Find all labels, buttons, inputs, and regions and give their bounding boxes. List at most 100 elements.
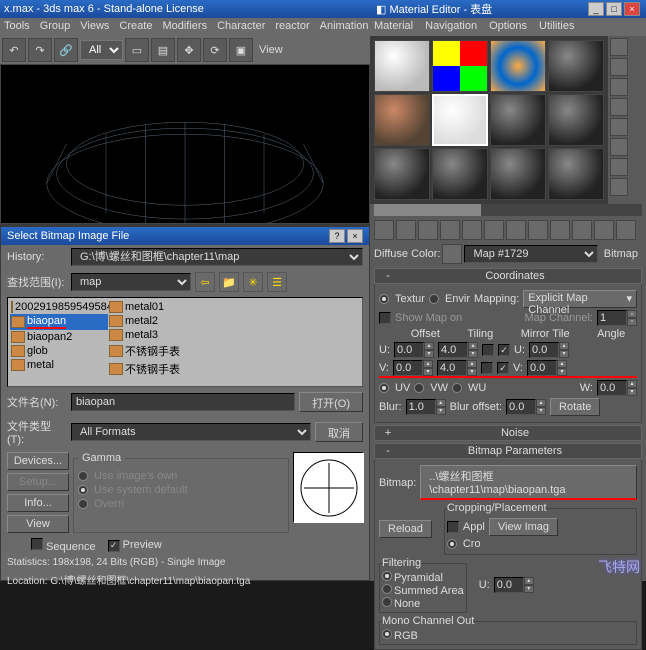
bitmap-params-header[interactable]: -Bitmap Parameters — [374, 443, 642, 459]
bitmap-path-button[interactable]: ..\螺丝和图框\chapter11\map\biaopan.tga — [420, 465, 637, 500]
open-button[interactable]: 打开(O) — [299, 392, 363, 412]
file-item[interactable]: 不锈钢手表 — [108, 360, 206, 378]
v-mirror-check[interactable] — [481, 362, 493, 374]
effects-channel-button[interactable] — [528, 220, 548, 240]
menu-material[interactable]: Material — [374, 20, 413, 34]
showmap-check[interactable] — [379, 312, 391, 324]
crop-u-spinner[interactable]: ▴▾ — [494, 577, 534, 593]
make-preview-button[interactable] — [610, 138, 628, 156]
rotate-button[interactable]: Rotate — [550, 398, 600, 416]
menu-options[interactable]: Options — [489, 20, 527, 34]
undo-button[interactable]: ↶ — [2, 38, 26, 62]
v-tiling-spinner[interactable]: ▴▾ — [437, 360, 477, 376]
select-name-button[interactable]: ▤ — [151, 38, 175, 62]
file-item[interactable]: biaopan2 — [10, 330, 108, 344]
sequence-check[interactable]: Sequence — [31, 538, 96, 553]
sample-slot-12[interactable] — [548, 148, 604, 200]
wu-radio[interactable] — [452, 383, 462, 393]
file-item[interactable]: metal01 — [108, 300, 206, 314]
go-parent-button[interactable] — [594, 220, 614, 240]
redo-button[interactable]: ↷ — [28, 38, 52, 62]
filename-input[interactable] — [71, 393, 295, 411]
up-button[interactable]: 📁 — [219, 272, 239, 292]
menu-character[interactable]: Character — [217, 20, 265, 34]
none-radio[interactable] — [382, 597, 392, 607]
sample-slot-7[interactable] — [490, 94, 546, 146]
newfolder-button[interactable]: ✳ — [243, 272, 263, 292]
texture-radio[interactable] — [379, 294, 389, 304]
make-copy-button[interactable] — [462, 220, 482, 240]
vw-radio[interactable] — [414, 383, 424, 393]
info-button[interactable]: Info... — [7, 494, 69, 512]
menu-tools[interactable]: Tools — [4, 20, 30, 34]
devices-button[interactable]: Devices... — [7, 452, 69, 470]
assign-button[interactable] — [418, 220, 438, 240]
menu-views[interactable]: Views — [80, 20, 109, 34]
video-check-button[interactable] — [610, 118, 628, 136]
menu-navigation[interactable]: Navigation — [425, 20, 477, 34]
sample-slot-5[interactable] — [374, 94, 430, 146]
background-button[interactable] — [610, 78, 628, 96]
make-unique-button[interactable] — [484, 220, 504, 240]
menu-animation[interactable]: Animation — [320, 20, 369, 34]
u-angle-spinner[interactable]: ▴▾ — [529, 342, 569, 358]
sample-slot-8[interactable] — [548, 94, 604, 146]
file-item[interactable]: 20029198595495841 — [10, 300, 108, 314]
file-item[interactable]: glob — [10, 344, 108, 358]
viewport[interactable] — [0, 64, 370, 224]
preview-check[interactable]: ✓ Preview — [108, 539, 162, 552]
sample-uv-button[interactable] — [610, 98, 628, 116]
lookin-dropdown[interactable]: map — [71, 273, 191, 291]
v-tile-check[interactable]: ✓ — [497, 362, 509, 374]
maximize-button[interactable]: □ — [606, 2, 622, 16]
u-tiling-spinner[interactable]: ▴▾ — [438, 342, 478, 358]
v-angle-spinner[interactable]: ▴▾ — [527, 360, 567, 376]
show-end-button[interactable] — [572, 220, 592, 240]
reset-button[interactable] — [440, 220, 460, 240]
close-button[interactable]: × — [624, 2, 640, 16]
back-button[interactable]: ⇦ — [195, 272, 215, 292]
sample-type-button[interactable] — [610, 38, 628, 56]
u-mirror-check[interactable] — [482, 344, 494, 356]
rotate-button[interactable]: ⟳ — [203, 38, 227, 62]
help-button[interactable]: ? — [329, 229, 345, 243]
viewimage-button[interactable]: View Imag — [489, 518, 558, 536]
sample-slot-1[interactable] — [374, 40, 430, 92]
file-list[interactable]: 20029198595495841 biaopan biaopan2 glob … — [7, 297, 363, 387]
menu-modifiers[interactable]: Modifiers — [162, 20, 207, 34]
close-button[interactable]: × — [347, 229, 363, 243]
sample-slot-9[interactable] — [374, 148, 430, 200]
u-offset-spinner[interactable]: ▴▾ — [394, 342, 434, 358]
go-sibling-button[interactable] — [616, 220, 636, 240]
bluroffset-spinner[interactable]: ▴▾ — [506, 399, 546, 415]
filetype-dropdown[interactable]: All Formats — [71, 423, 311, 441]
viewmode-button[interactable]: ☰ — [267, 272, 287, 292]
reload-button[interactable]: Reload — [379, 520, 432, 538]
noise-header[interactable]: +Noise — [374, 425, 642, 441]
link-button[interactable]: 🔗 — [54, 38, 78, 62]
menu-utilities[interactable]: Utilities — [539, 20, 574, 34]
get-material-button[interactable] — [374, 220, 394, 240]
summed-radio[interactable] — [382, 584, 392, 594]
sample-slot-2[interactable] — [432, 40, 488, 92]
map-name-field[interactable]: Map #1729 — [464, 245, 597, 263]
sample-slot-active[interactable] — [432, 94, 488, 146]
mapping-dropdown[interactable]: Explicit Map Channel▾ — [523, 290, 637, 308]
options-button[interactable] — [610, 158, 628, 176]
select-by-mat-button[interactable] — [610, 178, 628, 196]
pyramidal-radio[interactable] — [382, 571, 392, 581]
crop-radio[interactable] — [447, 539, 457, 549]
show-map-button[interactable] — [550, 220, 570, 240]
sample-scrollbar[interactable] — [374, 204, 642, 216]
backlight-button[interactable] — [610, 58, 628, 76]
menu-create[interactable]: Create — [119, 20, 152, 34]
gamma-override-radio[interactable] — [78, 499, 88, 509]
w-angle-spinner[interactable]: ▴▾ — [597, 380, 637, 396]
menu-reactor[interactable]: reactor — [275, 20, 309, 34]
put-library-button[interactable] — [506, 220, 526, 240]
setup-button[interactable]: Setup... — [7, 473, 69, 491]
v-offset-spinner[interactable]: ▴▾ — [393, 360, 433, 376]
menu-group[interactable]: Group — [40, 20, 71, 34]
gamma-own-radio[interactable] — [78, 471, 88, 481]
sample-slot-10[interactable] — [432, 148, 488, 200]
